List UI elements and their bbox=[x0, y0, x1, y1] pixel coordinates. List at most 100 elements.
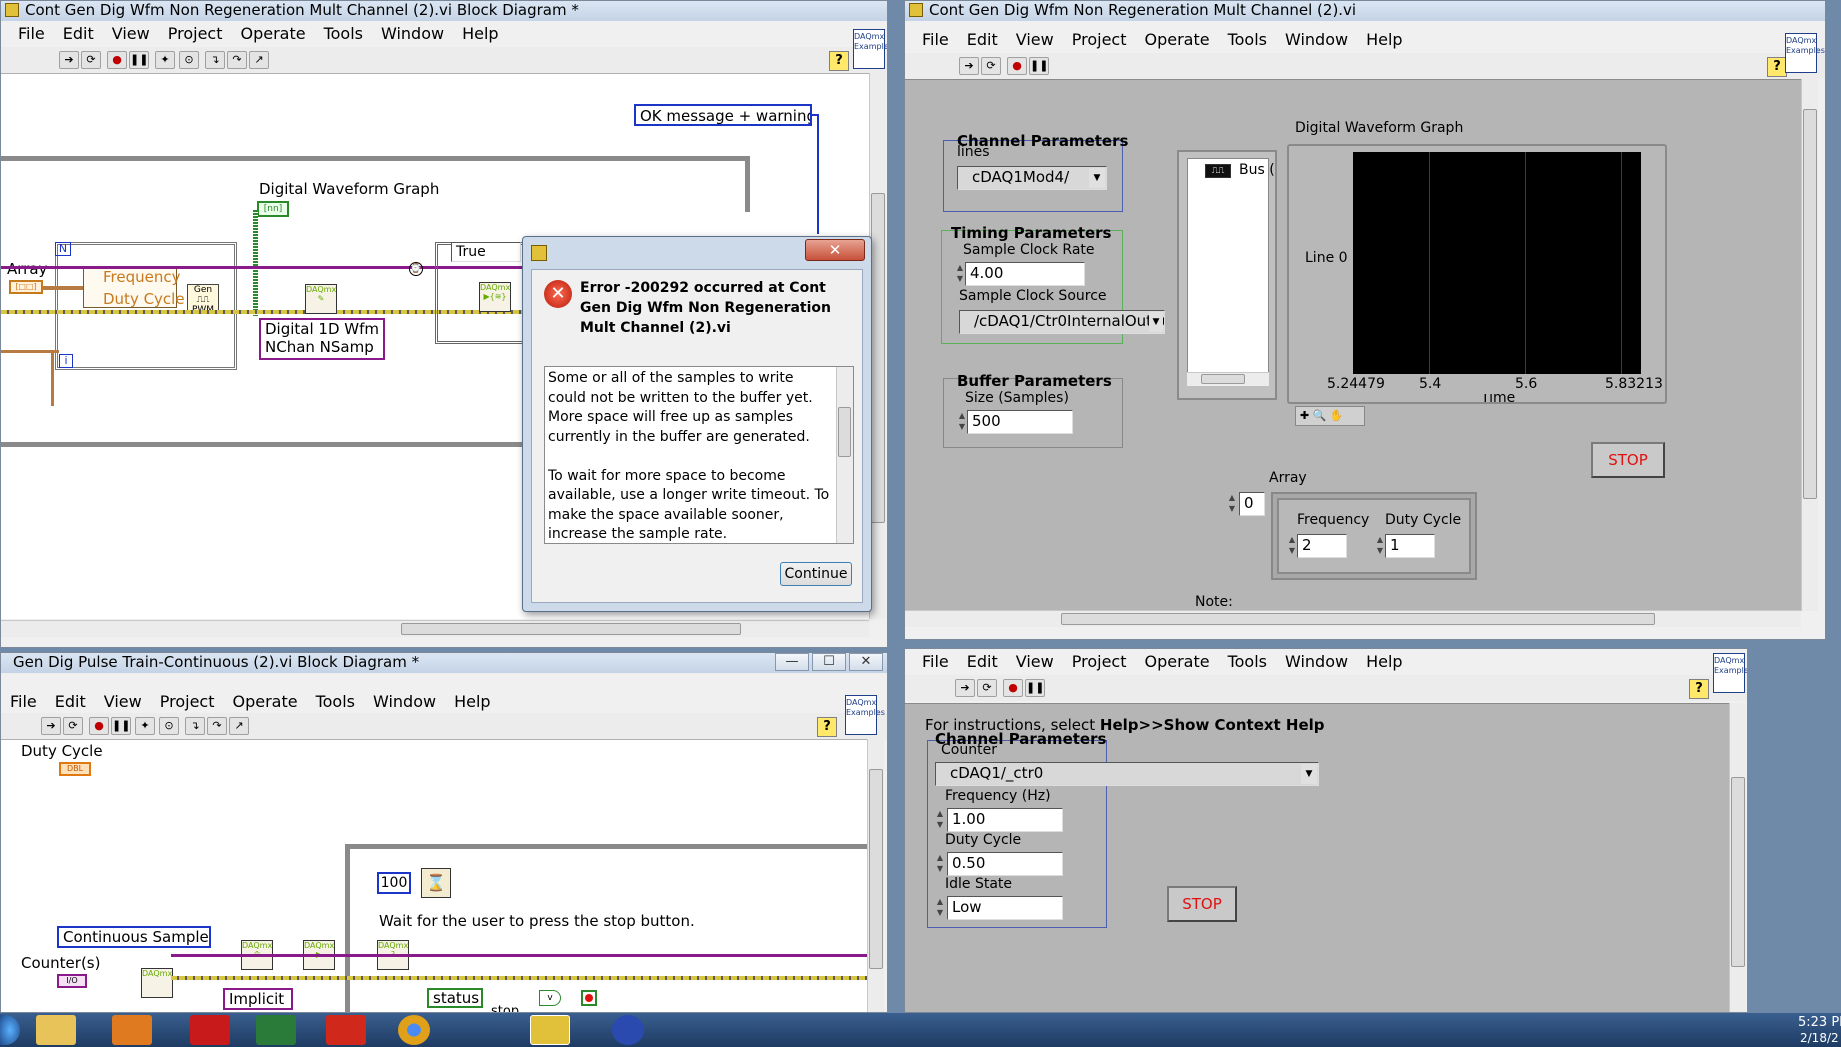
horizontal-scrollbar[interactable] bbox=[905, 610, 1801, 627]
menu-view[interactable]: View bbox=[103, 24, 159, 43]
abort-icon[interactable]: ● bbox=[107, 51, 127, 69]
stop-button[interactable]: STOP bbox=[1167, 886, 1237, 922]
highlight-execution-icon[interactable]: ✦ bbox=[135, 717, 155, 735]
system-date[interactable]: 2/18/2 bbox=[1800, 1031, 1839, 1045]
menu-window[interactable]: Window bbox=[372, 24, 453, 43]
stop-condition-icon[interactable] bbox=[581, 990, 597, 1006]
pause-icon[interactable]: ❚❚ bbox=[111, 717, 131, 735]
run-continuously-icon[interactable]: ⟳ bbox=[63, 717, 83, 735]
frequency-input[interactable]: 1.00 bbox=[947, 808, 1063, 832]
retain-wire-values-icon[interactable]: ⊙ bbox=[159, 717, 179, 735]
excel-icon[interactable] bbox=[256, 1015, 296, 1045]
close-icon[interactable]: ✕ bbox=[849, 653, 883, 671]
menu-project[interactable]: Project bbox=[1063, 30, 1136, 49]
menu-tools[interactable]: Tools bbox=[307, 692, 364, 711]
maximize-icon[interactable]: ☐ bbox=[812, 653, 846, 671]
pause-icon[interactable]: ❚❚ bbox=[1025, 679, 1045, 697]
case-selector-true[interactable]: True bbox=[451, 242, 521, 262]
error-message-box[interactable]: Some or all of the samples to write coul… bbox=[544, 366, 854, 544]
minimize-icon[interactable]: — bbox=[775, 653, 809, 671]
chevron-down-icon[interactable]: ▼ bbox=[1089, 168, 1105, 188]
array-index-input[interactable]: 0 bbox=[1239, 492, 1265, 516]
daqmx-write-node[interactable]: DAQmx ▶{≋} bbox=[479, 282, 511, 312]
menu-operate[interactable]: Operate bbox=[231, 24, 314, 43]
menu-operate[interactable]: Operate bbox=[1135, 652, 1218, 671]
vertical-scrollbar[interactable] bbox=[1729, 703, 1746, 1012]
step-into-icon[interactable]: ↴ bbox=[185, 717, 205, 735]
abort-icon[interactable]: ● bbox=[89, 717, 109, 735]
menu-window[interactable]: Window bbox=[1276, 30, 1357, 49]
menu-view[interactable]: View bbox=[1007, 652, 1063, 671]
pause-icon[interactable]: ❚❚ bbox=[1029, 57, 1049, 75]
counter-control[interactable]: cDAQ1/_ctr0 bbox=[935, 762, 1319, 786]
array-index-spinner[interactable]: ▲ ▼ bbox=[1227, 492, 1237, 514]
idle-state-input[interactable]: Low bbox=[947, 896, 1063, 920]
chevron-down-icon[interactable]: ▼ bbox=[1301, 764, 1317, 784]
run-continuously-icon[interactable]: ⟳ bbox=[81, 51, 101, 69]
run-continuously-icon[interactable]: ⟳ bbox=[977, 679, 997, 697]
run-icon[interactable]: ➔ bbox=[59, 51, 79, 69]
duty-cycle-spinner[interactable]: ▲ ▼ bbox=[1375, 534, 1385, 556]
menu-help[interactable]: Help bbox=[445, 692, 499, 711]
title-bar[interactable]: Cont Gen Dig Wfm Non Regeneration Mult C… bbox=[905, 1, 1825, 21]
context-help-icon[interactable]: ? bbox=[1689, 679, 1709, 699]
chrome-icon[interactable] bbox=[398, 1015, 430, 1045]
graph-palette[interactable]: ✚ 🔍 ✋ bbox=[1295, 406, 1365, 426]
menu-edit[interactable]: Edit bbox=[46, 692, 95, 711]
implicit-enum[interactable]: Implicit bbox=[223, 988, 293, 1010]
solidworks-icon[interactable] bbox=[326, 1015, 366, 1045]
size-input[interactable]: 500 bbox=[967, 410, 1073, 434]
menu-tools[interactable]: Tools bbox=[315, 24, 372, 43]
run-icon[interactable]: ➔ bbox=[41, 717, 61, 735]
menu-help[interactable]: Help bbox=[453, 24, 507, 43]
message-scrollbar[interactable] bbox=[836, 367, 853, 543]
continuous-samples-enum[interactable]: Continuous Samples bbox=[57, 926, 211, 948]
acrobat-icon[interactable] bbox=[190, 1015, 230, 1045]
diagram-canvas[interactable]: Duty Cycle DBL 100 ⌛ Wait for the user t… bbox=[1, 739, 867, 1012]
continue-button[interactable]: Continue bbox=[780, 562, 852, 586]
retain-wire-values-icon[interactable]: ⊙ bbox=[179, 51, 199, 69]
menu-view[interactable]: View bbox=[95, 692, 151, 711]
menu-project[interactable]: Project bbox=[1063, 652, 1136, 671]
menu-operate[interactable]: Operate bbox=[223, 692, 306, 711]
frequency-spinner[interactable]: ▲ ▼ bbox=[1287, 534, 1297, 556]
abort-icon[interactable]: ● bbox=[1007, 57, 1027, 75]
title-bar[interactable]: Gen Dig Pulse Train-Continuous (2).vi Bl… bbox=[1, 653, 887, 673]
system-clock[interactable]: 5:23 PM bbox=[1798, 1015, 1841, 1030]
frequency-input[interactable]: 2 bbox=[1297, 534, 1347, 558]
legend-scrollbar[interactable] bbox=[1187, 372, 1269, 386]
daqmx-create-channel-node[interactable]: DAQmx bbox=[141, 968, 173, 998]
graph-plot-area[interactable] bbox=[1353, 152, 1641, 374]
menu-tools[interactable]: Tools bbox=[1219, 652, 1276, 671]
menu-file[interactable]: File bbox=[913, 30, 958, 49]
menu-edit[interactable]: Edit bbox=[958, 652, 1007, 671]
context-help-icon[interactable]: ? bbox=[1767, 57, 1787, 77]
size-spinner[interactable]: ▲ ▼ bbox=[957, 410, 967, 432]
frequency-spinner[interactable]: ▲ ▼ bbox=[935, 808, 945, 830]
lines-control[interactable]: cDAQ1Mod4/ bbox=[957, 166, 1107, 190]
menu-project[interactable]: Project bbox=[151, 692, 224, 711]
highlight-execution-icon[interactable]: ✦ bbox=[155, 51, 175, 69]
front-panel-canvas[interactable]: For instructions, select Help>>Show Cont… bbox=[905, 703, 1729, 1012]
ok-message-enum[interactable]: OK message + warnings bbox=[634, 104, 812, 126]
vertical-scrollbar[interactable] bbox=[867, 739, 884, 1012]
close-icon[interactable]: ✕ bbox=[805, 239, 865, 261]
menu-window[interactable]: Window bbox=[364, 692, 445, 711]
step-out-icon[interactable]: ↗ bbox=[249, 51, 269, 69]
sample-clock-source-control[interactable]: /cDAQ1/Ctr0InternalOutput bbox=[959, 310, 1165, 334]
outlook-icon[interactable] bbox=[112, 1015, 152, 1045]
menu-file[interactable]: File bbox=[9, 24, 54, 43]
menu-tools[interactable]: Tools bbox=[1219, 30, 1276, 49]
sample-clock-rate-input[interactable]: 4.00 bbox=[965, 262, 1085, 286]
duty-cycle-terminal[interactable]: DBL bbox=[59, 762, 91, 776]
step-out-icon[interactable]: ↗ bbox=[229, 717, 249, 735]
file-explorer-icon[interactable] bbox=[36, 1015, 76, 1045]
nimax-icon[interactable] bbox=[612, 1015, 644, 1045]
run-icon[interactable]: ➔ bbox=[955, 679, 975, 697]
context-help-icon[interactable]: ? bbox=[829, 51, 849, 71]
abort-icon[interactable]: ● bbox=[1003, 679, 1023, 697]
menu-view[interactable]: View bbox=[1007, 30, 1063, 49]
menu-operate[interactable]: Operate bbox=[1135, 30, 1218, 49]
pause-icon[interactable]: ❚❚ bbox=[129, 51, 149, 69]
idle-state-spinner[interactable]: ▲ ▼ bbox=[935, 896, 945, 918]
